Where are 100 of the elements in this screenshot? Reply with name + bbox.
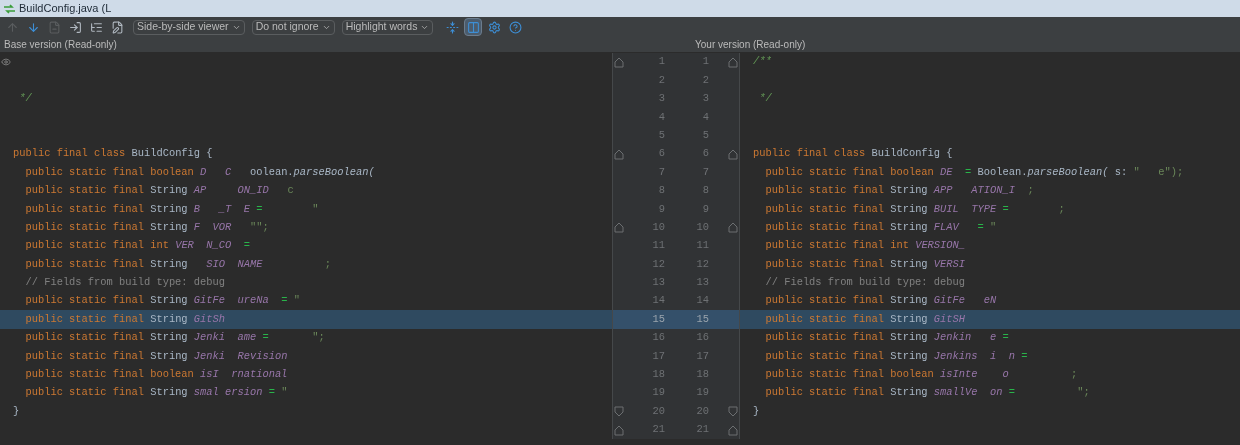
code-token: Jenkin e	[933, 330, 998, 346]
line-number: 12	[695, 256, 709, 272]
code-token: oolean.	[249, 164, 294, 180]
code-token: =	[256, 201, 264, 217]
diff-row[interactable]: public static final boolean D C oolean.parseBoolean( 7 7 public static final boolean DE = Boolean.parseBoolean( s: " e");	[0, 163, 1240, 182]
fold-marker-icon[interactable]	[728, 56, 738, 68]
diff-row[interactable]: public static final String GitSh 15 15 public static final String GitSH	[0, 310, 1240, 329]
line-number: 13	[695, 275, 709, 291]
code-token: public static final	[764, 201, 885, 217]
code-token: =	[1002, 201, 1010, 217]
eye-icon[interactable]	[1, 57, 11, 68]
fold-marker-icon[interactable]	[614, 222, 624, 234]
code-token: String	[150, 385, 189, 401]
code-token: public static final	[764, 219, 885, 235]
fold-marker-icon[interactable]	[728, 406, 738, 418]
diff-row[interactable]: // Fields from build type: debug 13 13 // Fields from build type: debug	[0, 273, 1240, 293]
line-number: 17	[695, 348, 709, 364]
code-token: =	[977, 219, 985, 235]
code-token: String	[150, 183, 189, 199]
code-token: String	[890, 183, 929, 199]
code-token: "	[281, 385, 288, 401]
code-token: int	[890, 238, 910, 254]
code-token: "	[990, 219, 997, 235]
code-token: public static final	[764, 293, 885, 309]
dropdown[interactable]: Highlight words	[341, 19, 434, 35]
code-token: ;	[1070, 367, 1078, 383]
code-token: // Fields from build type: debug	[764, 275, 965, 291]
code-token: public static final	[24, 385, 145, 401]
dropdown[interactable]: Do not ignore	[251, 19, 335, 35]
code-token: D C	[200, 164, 233, 180]
fold-marker-icon[interactable]	[614, 56, 624, 68]
columns-icon	[466, 20, 480, 34]
dropdown[interactable]: Side-by-side viewer	[133, 19, 245, 35]
code-token: GitFe eN	[933, 293, 997, 309]
code-token: String	[150, 311, 189, 327]
diff-row[interactable]: public static final String Jenki Revision 17 17 public static final String Jenkins i n =	[0, 347, 1240, 366]
diff-row[interactable]: public static final String AP ON_ID c 8 8 public static final String APP ATION_I ;	[0, 181, 1240, 201]
line-number: 7	[657, 164, 665, 180]
fold-marker-icon[interactable]	[614, 424, 624, 436]
code-token: "	[293, 293, 300, 309]
code-token: isI rnational	[200, 367, 288, 383]
pane-title: Your version (Read-only)	[695, 38, 806, 52]
line-number: 2	[701, 72, 709, 88]
code-token: public static final	[764, 183, 885, 199]
fold-marker-icon[interactable]	[728, 424, 738, 436]
code-token: public static final	[24, 311, 145, 327]
code-token: F VOR	[193, 219, 233, 235]
code-token: /**	[753, 54, 772, 70]
help-button[interactable]	[506, 18, 525, 36]
line-number: 3	[701, 91, 709, 107]
code-token: SIO NAME	[205, 256, 264, 272]
diff-row[interactable]: */ 3 3 */	[0, 89, 1240, 109]
line-number: 19	[695, 385, 709, 401]
diff-row[interactable]: 1 1 /**	[0, 53, 1240, 72]
up-arrow-icon	[5, 20, 19, 34]
diff-row[interactable]: public static final String SIO NAME ; 12 12 public static final String VERSI	[0, 255, 1240, 274]
code-token: DE	[940, 164, 954, 180]
code-token: =	[1021, 348, 1028, 364]
line-number: 14	[695, 293, 709, 309]
fold-marker-icon[interactable]	[614, 148, 624, 160]
code-token: String	[890, 311, 929, 327]
diff-row[interactable]: public static final boolean isI rnational 18 18 public static final boolean isInte o ;	[0, 365, 1240, 385]
code-token: Boolean.	[977, 164, 1028, 180]
diff-row[interactable]: public static final int VER N_CO = 11 11 public static final int VERSION_	[0, 236, 1240, 256]
down-arrow-icon	[26, 20, 40, 34]
code-token: public static final boolean	[24, 164, 195, 180]
line-number: 7	[701, 164, 709, 180]
code-token: public static final	[24, 293, 145, 309]
line-number: 1	[657, 54, 665, 70]
code-token: }	[753, 403, 760, 419]
line-number: 4	[701, 109, 709, 125]
code-token: =	[1002, 330, 1009, 346]
diff-row[interactable]: public static final String GitFe ureNa = " 14 14 public static final String GitFe eN	[0, 292, 1240, 311]
code-token: public static final boolean	[24, 367, 195, 383]
fold-marker-icon[interactable]	[728, 222, 738, 234]
collapse-button[interactable]	[443, 18, 462, 36]
line-number: 9	[701, 201, 709, 217]
line-number: 14	[651, 293, 665, 309]
line-number: 9	[657, 201, 665, 217]
diff-row[interactable]: public static final String smal ersion = " 19 19 public static final String smallVe on = ";	[0, 384, 1240, 403]
fold-marker-icon[interactable]	[728, 148, 738, 160]
window-title: BuildConfig.java (L	[19, 1, 112, 17]
code-token: BuildConfig {	[131, 146, 213, 162]
code-token: ;	[1027, 183, 1034, 199]
line-number: 15	[695, 311, 709, 327]
code-token: "";	[249, 219, 269, 235]
code-token: public static final	[24, 256, 145, 272]
code-token: parseBoolean(	[1027, 164, 1109, 180]
code-token: ;	[1058, 201, 1065, 217]
code-token: */	[758, 91, 772, 107]
code-token: Jenki Revision	[193, 348, 288, 364]
code-token: s:	[1113, 164, 1129, 180]
line-number: 12	[651, 256, 665, 272]
columns-button[interactable]	[464, 18, 483, 36]
code-token: String	[150, 348, 189, 364]
code-token: }	[13, 403, 20, 419]
code-token: String	[150, 219, 189, 235]
fold-marker-icon[interactable]	[614, 406, 624, 418]
diff-row[interactable]: public static final String B _T E = " 9 9 public static final String BUIL TYPE = ;	[0, 200, 1240, 219]
code-token: =	[243, 238, 250, 254]
